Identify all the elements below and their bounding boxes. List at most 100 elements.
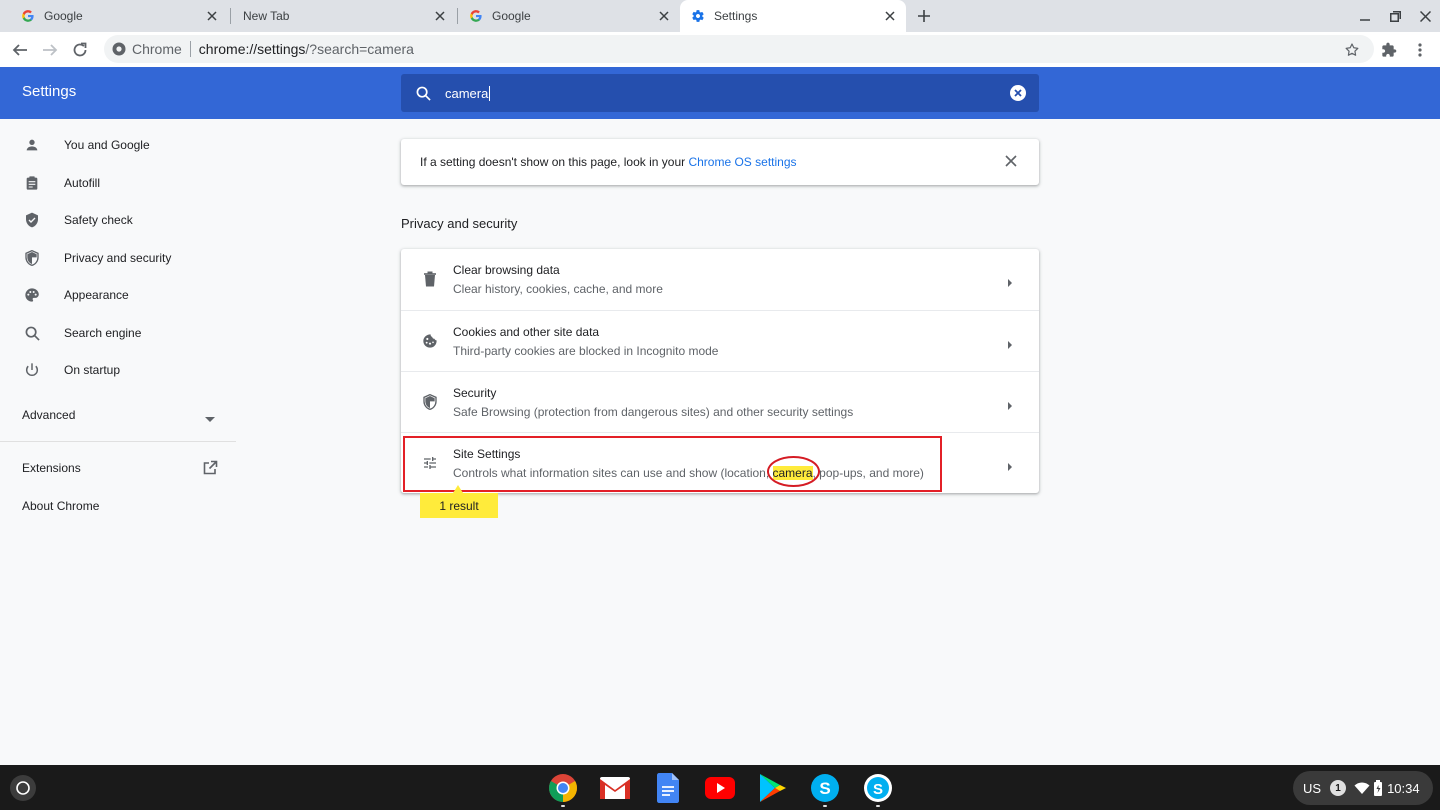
row-title: Security	[453, 386, 497, 400]
search-notice: If a setting doesn't show on this page, …	[401, 139, 1039, 185]
sidebar-item-label: You and Google	[64, 138, 150, 152]
bookmark-star-icon[interactable]	[1340, 38, 1364, 62]
tab-separator	[230, 8, 231, 24]
row-subtitle: Third-party cookies are blocked in Incog…	[453, 344, 719, 358]
power-icon	[22, 360, 42, 380]
sidebar-item-safety-check[interactable]: Safety check	[0, 202, 236, 238]
shield-check-icon	[22, 210, 42, 230]
sidebar-item-label: Appearance	[64, 288, 129, 302]
google-icon	[468, 8, 484, 24]
os-shelf: S S US 1 10:34	[0, 765, 1440, 810]
search-value: camera	[445, 85, 491, 101]
tab-strip: Google New Tab Google Settings	[0, 0, 1440, 32]
clear-search-icon[interactable]	[1009, 84, 1027, 102]
back-icon[interactable]	[8, 38, 32, 62]
extensions-puzzle-icon[interactable]	[1377, 38, 1401, 62]
skype-app-icon-2[interactable]: S	[861, 771, 895, 807]
tab-title: Google	[44, 9, 83, 23]
new-tab-button[interactable]	[914, 6, 934, 26]
close-icon[interactable]	[882, 8, 898, 24]
close-icon[interactable]	[432, 8, 448, 24]
result-bubble-tip	[453, 485, 463, 493]
app-running-dot	[561, 805, 565, 807]
chrome-os-settings-link[interactable]: Chrome OS settings	[688, 155, 796, 169]
arrow-right-icon	[1007, 459, 1015, 471]
more-menu-icon[interactable]	[1408, 38, 1432, 62]
result-count-bubble: 1 result	[420, 493, 498, 518]
close-window-icon[interactable]	[1415, 6, 1435, 26]
clock-time: 10:34	[1387, 780, 1420, 796]
row-security[interactable]: Security Safe Browsing (protection from …	[401, 371, 1039, 432]
person-icon	[22, 135, 42, 155]
site-chip-label: Chrome	[132, 41, 182, 57]
notification-count-badge: 1	[1330, 780, 1347, 796]
arrow-right-icon	[1007, 337, 1015, 349]
sidebar-item-label: Advanced	[22, 408, 76, 422]
sidebar-item-advanced[interactable]: Advanced	[0, 397, 236, 433]
sidebar-item-extensions[interactable]: Extensions	[0, 450, 236, 486]
sidebar-item-autofill[interactable]: Autofill	[0, 165, 236, 201]
skype-app-icon[interactable]: S	[808, 771, 842, 807]
tab-google-2[interactable]: Google	[448, 0, 680, 32]
sidebar-item-label: Extensions	[22, 461, 81, 475]
annotation-red-box	[403, 436, 942, 492]
gmail-app-icon[interactable]	[598, 771, 632, 805]
site-chip[interactable]: Chrome	[112, 41, 182, 57]
row-clear-browsing-data[interactable]: Clear browsing data Clear history, cooki…	[401, 249, 1039, 310]
battery-icon	[1373, 780, 1383, 796]
shield-half-icon	[22, 248, 42, 268]
youtube-app-icon[interactable]	[703, 771, 737, 805]
close-icon[interactable]	[1005, 155, 1019, 169]
sidebar-item-label: About Chrome	[22, 499, 100, 513]
row-title: Clear browsing data	[453, 263, 560, 277]
sidebar-item-privacy-and-security[interactable]: Privacy and security	[0, 240, 236, 276]
tab-title: Google	[492, 9, 531, 23]
page-title: Settings	[22, 83, 77, 100]
row-title: Cookies and other site data	[453, 325, 600, 339]
sidebar-divider	[0, 441, 236, 442]
play-store-app-icon[interactable]	[756, 771, 790, 805]
close-icon[interactable]	[656, 8, 672, 24]
sidebar-item-label: Search engine	[64, 326, 142, 340]
tab-new-tab[interactable]: New Tab	[232, 0, 456, 32]
svg-text:S: S	[819, 779, 830, 798]
minimize-icon[interactable]	[1355, 6, 1375, 26]
tab-settings[interactable]: Settings	[680, 0, 906, 32]
gear-icon	[690, 8, 706, 24]
sidebar-item-search-engine[interactable]: Search engine	[0, 315, 236, 351]
tab-google-1[interactable]: Google	[0, 0, 228, 32]
launcher-icon[interactable]	[10, 775, 36, 801]
settings-search-input[interactable]: camera	[401, 74, 1039, 112]
chrome-app-icon[interactable]	[546, 771, 580, 807]
app-running-dot	[823, 805, 827, 807]
close-icon[interactable]	[204, 8, 220, 24]
sidebar-item-you-and-google[interactable]: You and Google	[0, 127, 236, 163]
sidebar-item-label: Autofill	[64, 176, 101, 190]
search-icon	[22, 323, 42, 343]
clipboard-icon	[22, 173, 42, 193]
sidebar-item-appearance[interactable]: Appearance	[0, 277, 236, 313]
address-bar[interactable]: Chrome chrome://settings/?search=camera	[104, 35, 1374, 63]
system-tray[interactable]: US 1 10:34	[1293, 771, 1433, 805]
sidebar-item-about-chrome[interactable]: About Chrome	[0, 488, 236, 524]
reload-icon[interactable]	[68, 38, 92, 62]
row-cookies[interactable]: Cookies and other site data Third-party …	[401, 310, 1039, 371]
tab-title: New Tab	[243, 9, 290, 23]
sidebar-item-label: Privacy and security	[64, 251, 172, 265]
row-subtitle: Safe Browsing (protection from dangerous…	[453, 405, 854, 419]
sidebar-item-label: On startup	[64, 363, 121, 377]
annotation-red-circle	[767, 456, 820, 487]
sidebar-item-on-startup[interactable]: On startup	[0, 352, 236, 388]
restore-icon[interactable]	[1385, 6, 1405, 26]
trash-icon	[420, 269, 440, 289]
search-icon	[413, 83, 433, 103]
shield-half-icon	[420, 392, 440, 412]
notice-text: If a setting doesn't show on this page, …	[420, 155, 797, 169]
app-running-dot	[876, 805, 880, 807]
caret-down-icon	[205, 412, 215, 426]
row-subtitle: Clear history, cookies, cache, and more	[453, 282, 663, 296]
docs-app-icon[interactable]	[651, 771, 685, 805]
forward-icon[interactable]	[38, 38, 62, 62]
svg-text:S: S	[873, 781, 883, 798]
sidebar-item-label: Safety check	[64, 213, 133, 227]
